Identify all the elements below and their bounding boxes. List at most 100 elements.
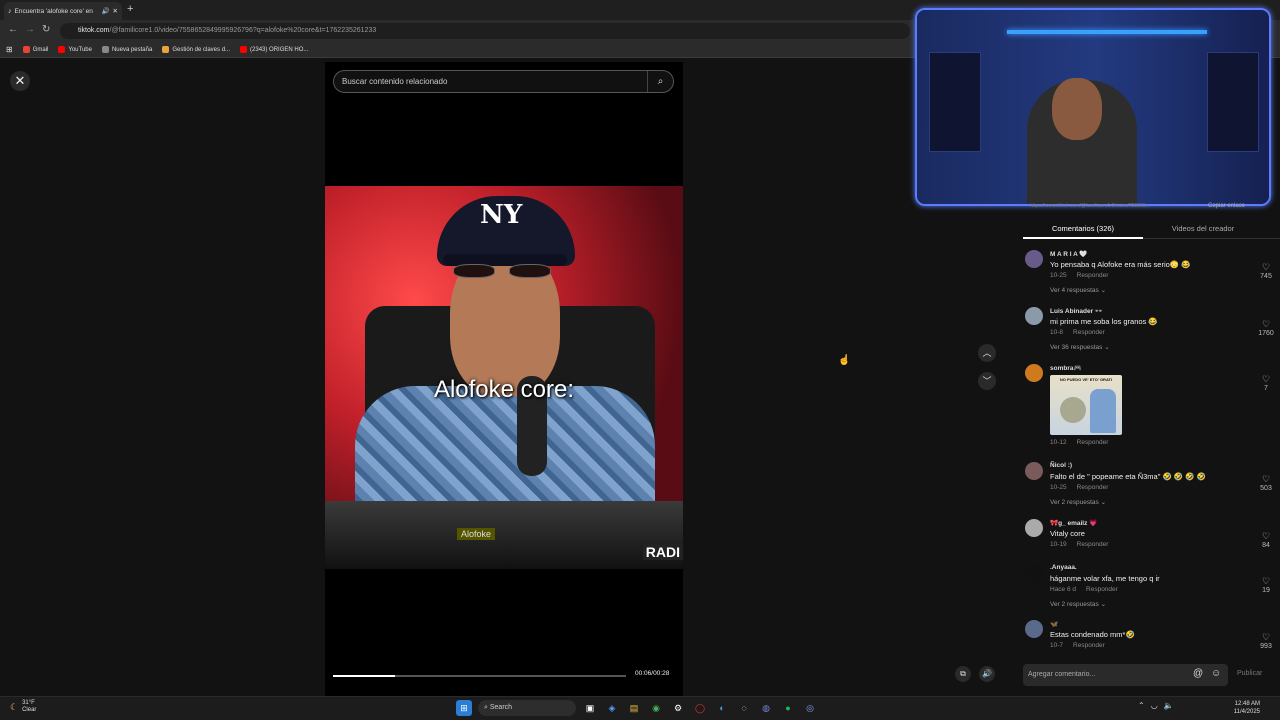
led-strip (1007, 30, 1207, 34)
like-button[interactable]: ♡ 745 (1254, 262, 1278, 280)
tab-comments[interactable]: Comentarios (326) (1023, 224, 1143, 233)
app-icon[interactable]: ◌ (736, 700, 752, 716)
emoji-icon[interactable]: ☺ (1211, 668, 1221, 679)
avatar[interactable] (1025, 364, 1043, 382)
avatar[interactable] (1025, 250, 1043, 268)
bookmark-favicon-icon (162, 46, 170, 53)
like-button[interactable]: ♡ 19 (1254, 576, 1278, 594)
avatar[interactable] (1025, 620, 1043, 638)
view-replies-button[interactable]: Ver 2 respuestas ⌄ (1050, 600, 1106, 608)
comment-author[interactable]: Luis Abinader 👓 (1050, 307, 1103, 315)
comment-author[interactable]: .Anyaaa. (1050, 564, 1077, 571)
forward-icon[interactable]: → (25, 24, 35, 35)
bookmark-item[interactable]: YouTube (58, 46, 92, 53)
obs-icon[interactable]: ◎ (802, 700, 818, 716)
next-video-button[interactable]: ﹀ (978, 372, 996, 390)
heart-icon: ♡ (1261, 262, 1271, 272)
search-icon[interactable]: ⌕ (647, 71, 673, 92)
view-replies-button[interactable]: Ver 36 respuestas ⌄ (1050, 343, 1110, 351)
reload-icon[interactable]: ↻ (42, 24, 50, 35)
tray-chevron-icon[interactable]: ⌃ (1138, 701, 1145, 710)
bookmark-item[interactable]: Gmail (22, 46, 48, 53)
weather-widget[interactable]: ☾ 31°F Clear (10, 700, 36, 714)
start-menu-icon[interactable]: ⊞ (456, 700, 472, 716)
apps-grid-icon[interactable]: ⊞ (6, 45, 13, 54)
view-replies-button[interactable]: Ver 4 respuestas ⌄ (1050, 286, 1106, 294)
tab-creator-videos[interactable]: Videos del creador (1143, 224, 1263, 233)
sunglasses (453, 264, 553, 278)
comment-date: 10-25 (1050, 484, 1067, 491)
comment-author[interactable]: M A R I A 🤍 (1050, 250, 1087, 258)
avatar[interactable] (1025, 519, 1043, 537)
view-replies-button[interactable]: Ver 2 respuestas ⌄ (1050, 498, 1106, 506)
close-tab-icon[interactable]: ✕ (113, 7, 118, 15)
like-button[interactable]: ♡ 7 (1254, 374, 1278, 392)
new-tab-button[interactable]: + (127, 3, 133, 15)
like-count: 745 (1260, 273, 1272, 280)
reply-button[interactable]: Responder (1086, 586, 1118, 593)
video-progress-bar[interactable] (333, 675, 626, 677)
volume-tray-icon[interactable]: 🔈 (1164, 701, 1174, 710)
spotify-icon[interactable]: ● (780, 700, 796, 716)
comment-meta: 10-25 Responder (1050, 484, 1108, 491)
taskbar-search[interactable]: ⌕ Search (478, 700, 576, 716)
copilot-icon[interactable]: ◈ (604, 700, 620, 716)
bookmark-item[interactable]: Nueva pestaña (101, 46, 152, 53)
like-count: 503 (1260, 485, 1272, 492)
mini-player-icon[interactable]: ⧉ (955, 666, 971, 682)
opera-icon[interactable]: ◯ (692, 700, 708, 716)
chrome-icon[interactable]: ◉ (648, 700, 664, 716)
reply-button[interactable]: Responder (1077, 484, 1109, 491)
related-search-input[interactable]: Buscar contenido relacionado ⌕ (333, 70, 674, 93)
reply-button[interactable]: Responder (1073, 329, 1105, 336)
bookmark-item[interactable]: (2343) ORIGEN HO... (240, 46, 308, 53)
url-field[interactable]: tiktok.com/@familicore1.0/video/75586528… (60, 23, 910, 39)
close-video-button[interactable]: ✕ (10, 71, 30, 91)
like-button[interactable]: ♡ 84 (1254, 531, 1278, 549)
reply-button[interactable]: Responder (1077, 272, 1109, 279)
reply-button[interactable]: Responder (1077, 541, 1109, 548)
reply-button[interactable]: Responder (1077, 439, 1109, 446)
system-tray[interactable]: ⌃ ◡ 🔈 (1138, 701, 1174, 710)
task-view-icon[interactable]: ▣ (582, 700, 598, 716)
like-button[interactable]: ♡ 993 (1254, 632, 1278, 650)
comment-text: Estas condenado mm*🤣 (1050, 630, 1135, 639)
comment-date: 10-19 (1050, 541, 1067, 548)
bookmark-label: (2343) ORIGEN HO... (250, 46, 309, 53)
video-player[interactable]: Buscar contenido relacionado ⌕ NY Alofok… (325, 62, 683, 696)
reply-button[interactable]: Responder (1073, 642, 1105, 649)
avatar[interactable] (1025, 564, 1043, 582)
browser-tab[interactable]: ♪ Encuentra 'alofoke core' en 🔊 ✕ (4, 2, 122, 20)
copy-link-button[interactable]: Copiar enlace (1208, 203, 1245, 209)
bookmark-favicon-icon (22, 46, 30, 53)
comment-author[interactable]: Ñicol :) (1050, 462, 1072, 469)
avatar[interactable] (1025, 462, 1043, 480)
volume-icon[interactable]: 🔊 (979, 666, 995, 682)
previous-video-button[interactable]: ︿ (978, 344, 996, 362)
like-button[interactable]: ♡ 1760 (1254, 319, 1278, 337)
streamer-head (1052, 78, 1102, 140)
video-frame[interactable]: NY Alofoke RADI Alofoke core: (325, 186, 683, 569)
settings-icon[interactable]: ⚙ (670, 700, 686, 716)
edge-icon[interactable]: ◐ (714, 700, 730, 716)
like-count: 1760 (1258, 330, 1274, 337)
comment-sticker[interactable]: NO PUEDO VE' ETO' GRATI (1050, 375, 1122, 435)
taskbar-clock[interactable]: 12:48 AM 11/4/2025 (1230, 700, 1260, 716)
weather-temp: 31°F (22, 700, 35, 706)
avatar[interactable] (1025, 307, 1043, 325)
like-button[interactable]: ♡ 503 (1254, 474, 1278, 492)
desk-logo: Alofoke (457, 528, 496, 540)
bookmark-item[interactable]: Gestión de claves d... (162, 46, 230, 53)
wifi-icon[interactable]: ◡ (1151, 701, 1158, 710)
file-explorer-icon[interactable]: ▤ (626, 700, 642, 716)
search-placeholder: Buscar contenido relacionado (342, 77, 448, 86)
comment-meta: 10-25 Responder (1050, 272, 1108, 279)
comment-author[interactable]: sombra🎮 (1050, 364, 1082, 372)
video-caption: Alofoke core: (433, 376, 575, 403)
publish-button[interactable]: Publicar (1237, 670, 1262, 677)
comment-author[interactable]: 🦋 (1050, 620, 1058, 628)
comment-author[interactable]: 🎀g_ emailz 💗 (1050, 519, 1097, 527)
back-icon[interactable]: ← (8, 24, 18, 35)
discord-icon[interactable]: ◍ (758, 700, 774, 716)
mention-icon[interactable]: @ (1193, 668, 1203, 679)
